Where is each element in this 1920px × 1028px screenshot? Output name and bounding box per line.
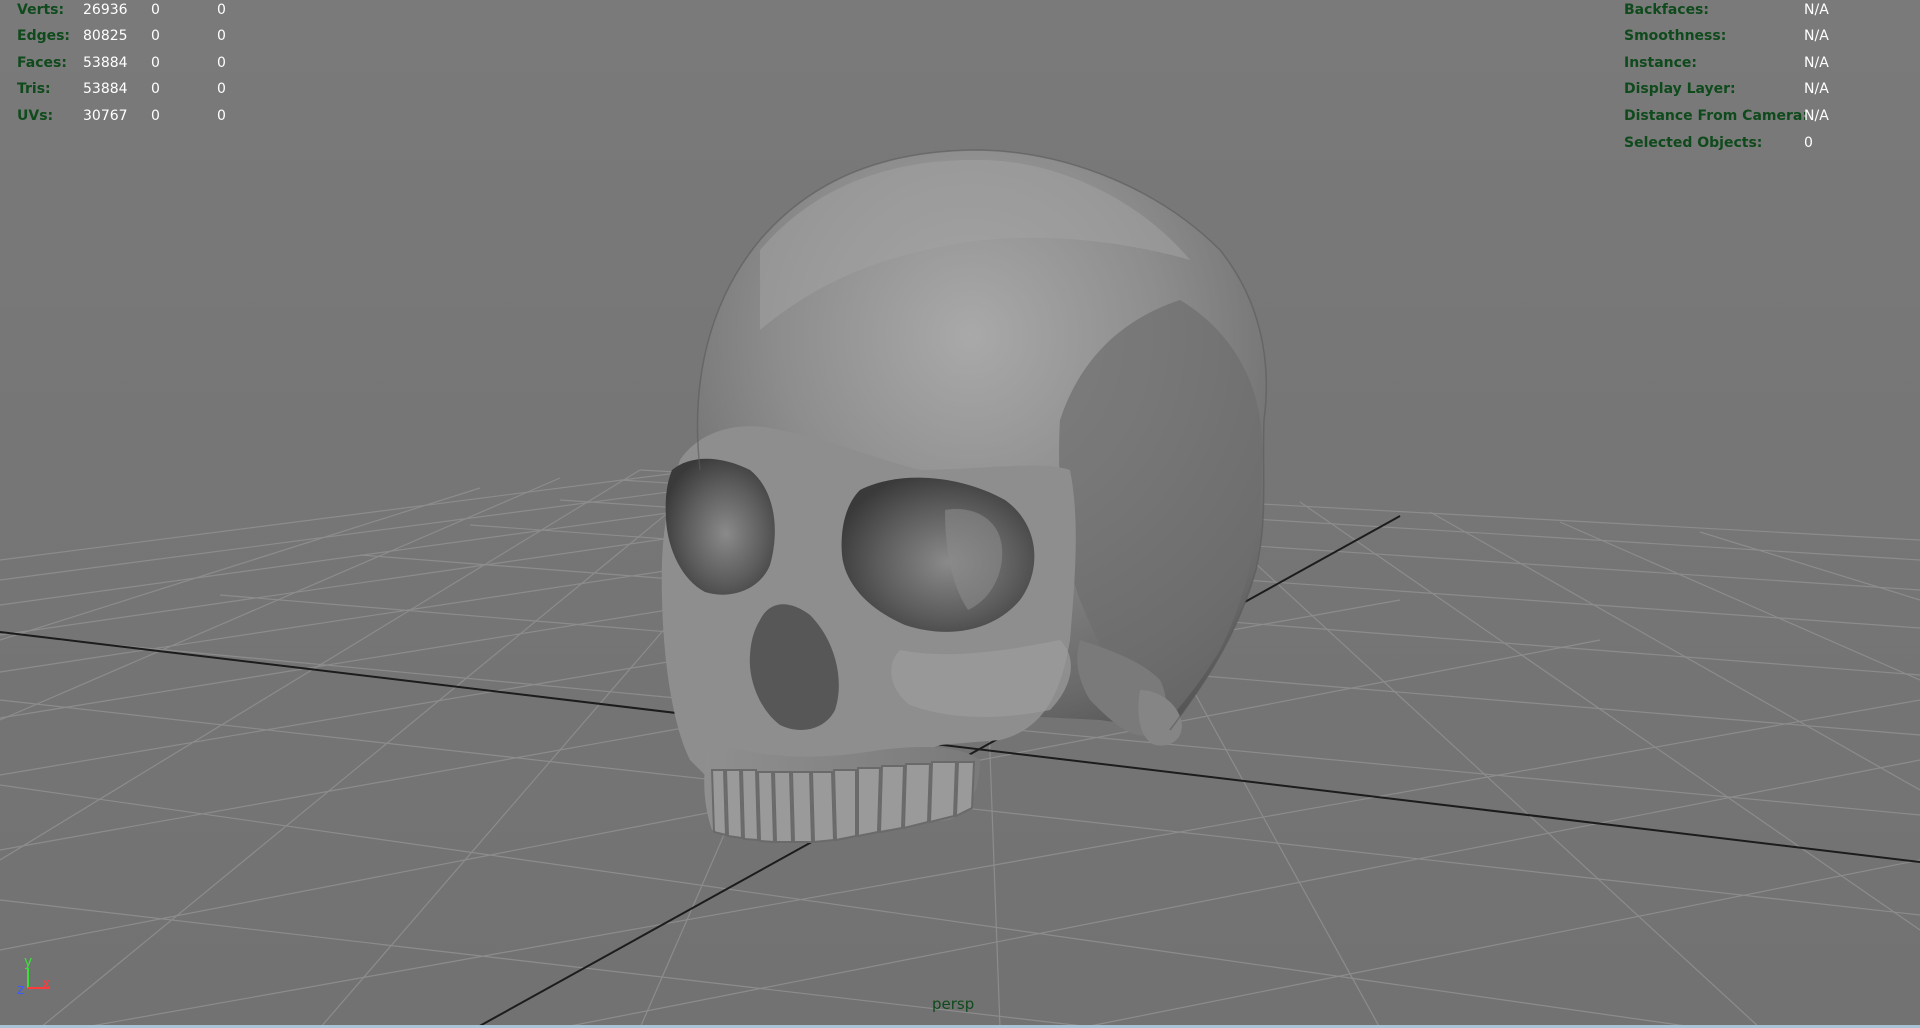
tris-value: 53884 [83, 81, 128, 97]
skull-model[interactable] [661, 149, 1268, 844]
distance-from-camera-label: Distance From Camera: [1624, 108, 1808, 124]
y-axis-label: y [24, 954, 32, 970]
faces-extra-value: 0 [217, 55, 226, 71]
object-details-row-selected: Selected Objects: 0 [1624, 133, 1904, 153]
uvs-label: UVs: [17, 108, 54, 124]
poly-count-hud: Verts: 26936 0 0 Edges: 80825 0 0 Faces:… [17, 0, 257, 124]
object-details-row-instance: Instance: N/A [1624, 53, 1904, 73]
uvs-selected-value: 0 [151, 108, 160, 124]
faces-selected-value: 0 [151, 55, 160, 71]
tris-selected-value: 0 [151, 81, 160, 97]
instance-label: Instance: [1624, 55, 1698, 71]
object-details-row-display-layer: Display Layer: N/A [1624, 79, 1904, 99]
object-details-hud: Backfaces: N/A Smoothness: N/A Instance:… [1624, 0, 1904, 153]
verts-value: 26936 [83, 2, 128, 18]
poly-count-row-edges: Edges: 80825 0 0 [17, 26, 257, 46]
view-axis-gizmo-icon: y z x [17, 954, 50, 998]
verts-extra-value: 0 [217, 2, 226, 18]
z-axis-label: z [17, 982, 24, 998]
display-layer-label: Display Layer: [1624, 81, 1736, 97]
3d-viewport[interactable]: Verts: 26936 0 0 Edges: 80825 0 0 Faces:… [0, 0, 1920, 1028]
faces-label: Faces: [17, 55, 67, 71]
smoothness-value: N/A [1804, 28, 1829, 44]
smoothness-label: Smoothness: [1624, 28, 1727, 44]
uvs-value: 30767 [83, 108, 128, 124]
x-axis-label: x [42, 976, 50, 992]
scene-canvas[interactable] [0, 0, 1920, 1028]
edges-value: 80825 [83, 28, 128, 44]
backfaces-label: Backfaces: [1624, 2, 1709, 18]
poly-count-row-verts: Verts: 26936 0 0 [17, 0, 257, 20]
faces-value: 53884 [83, 55, 128, 71]
selected-objects-value: 0 [1804, 135, 1813, 151]
verts-label: Verts: [17, 2, 65, 18]
uvs-extra-value: 0 [217, 108, 226, 124]
instance-value: N/A [1804, 55, 1829, 71]
poly-count-row-uvs: UVs: 30767 0 0 [17, 106, 257, 126]
selected-objects-label: Selected Objects: [1624, 135, 1763, 151]
tris-extra-value: 0 [217, 81, 226, 97]
poly-count-row-faces: Faces: 53884 0 0 [17, 53, 257, 73]
teeth [710, 761, 976, 844]
edges-extra-value: 0 [217, 28, 226, 44]
distance-from-camera-value: N/A [1804, 108, 1829, 124]
backfaces-value: N/A [1804, 2, 1829, 18]
object-details-row-smoothness: Smoothness: N/A [1624, 26, 1904, 46]
poly-count-row-tris: Tris: 53884 0 0 [17, 79, 257, 99]
object-details-row-backfaces: Backfaces: N/A [1624, 0, 1904, 20]
display-layer-value: N/A [1804, 81, 1829, 97]
edges-selected-value: 0 [151, 28, 160, 44]
object-details-row-distance: Distance From Camera: N/A [1624, 106, 1904, 126]
camera-name-label: persp [932, 995, 975, 1013]
edges-label: Edges: [17, 28, 71, 44]
verts-selected-value: 0 [151, 2, 160, 18]
tris-label: Tris: [17, 81, 51, 97]
